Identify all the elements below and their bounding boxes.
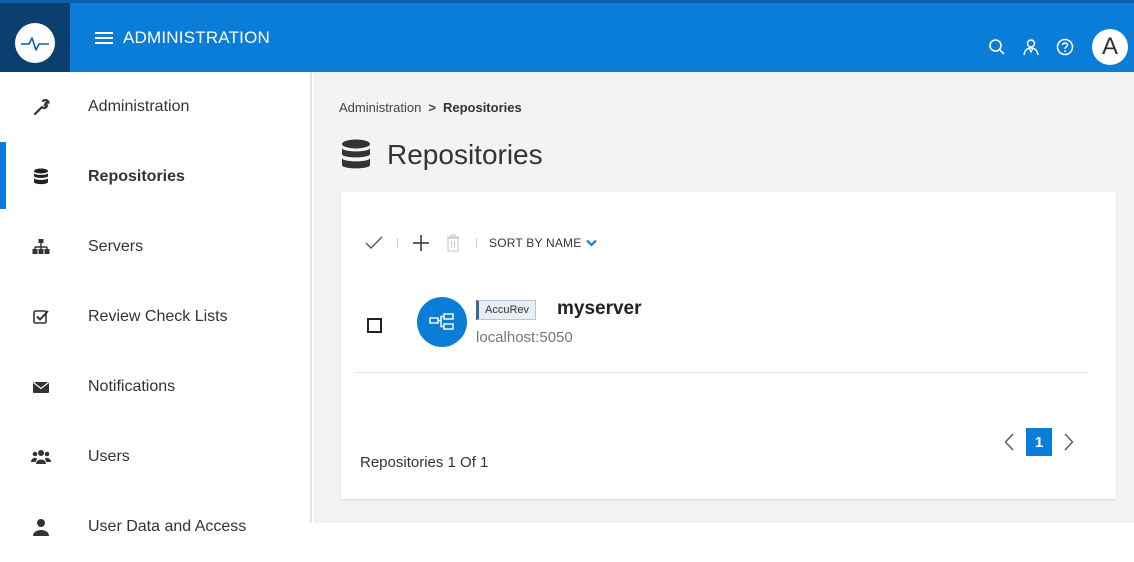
repository-host: localhost:5050: [476, 329, 573, 346]
page-number-button[interactable]: 1: [1026, 428, 1052, 456]
pagination: 1: [996, 428, 1082, 456]
toolbar-divider: [476, 238, 477, 248]
sidebar-item-user-data-and-access[interactable]: User Data and Access: [0, 492, 312, 562]
breadcrumb-separator: >: [428, 100, 436, 115]
breadcrumb: Administration > Repositories: [339, 100, 522, 115]
list-toolbar: SORT BY NAME: [363, 232, 598, 254]
top-bar: ADMINISTRATION A: [0, 0, 1134, 72]
sidebar-item-label: User Data and Access: [88, 518, 247, 535]
checkbox-icon: [30, 306, 52, 328]
chevron-down-icon: [586, 239, 598, 247]
sort-label: SORT BY NAME: [489, 236, 582, 250]
wrench-icon: [30, 96, 52, 118]
hamburger-icon: [95, 31, 113, 45]
page-title-text: Repositories: [387, 139, 543, 170]
repository-name[interactable]: myserver: [557, 298, 642, 320]
user-icon: [30, 516, 52, 538]
help-icon[interactable]: [1048, 30, 1082, 64]
heartbeat-logo-icon: [15, 23, 55, 63]
sort-by-dropdown[interactable]: SORT BY NAME: [489, 236, 598, 250]
sidebar-item-servers[interactable]: Servers: [0, 212, 312, 282]
repository-type-badge: AccuRev: [476, 300, 537, 320]
row-divider: [354, 372, 1088, 373]
sidebar-item-review-check-lists[interactable]: Review Check Lists: [0, 282, 312, 352]
breadcrumb-link-administration[interactable]: Administration: [339, 100, 421, 115]
sidebar-item-repositories[interactable]: Repositories: [0, 142, 312, 212]
avatar[interactable]: A: [1092, 29, 1128, 65]
menu-label: ADMINISTRATION: [123, 28, 270, 47]
breadcrumb-current: Repositories: [442, 100, 522, 115]
envelope-icon: [30, 376, 52, 398]
sidebar-item-notifications[interactable]: Notifications: [0, 352, 312, 422]
next-page-chevron-icon[interactable]: [1056, 428, 1082, 456]
page-title: Repositories: [339, 138, 543, 172]
repository-checkbox[interactable]: [367, 318, 382, 333]
database-icon: [342, 139, 370, 169]
sidebar-item-label: Repositories: [88, 168, 185, 185]
sidebar-item-label: Review Check Lists: [88, 308, 228, 325]
add-repository-plus-icon[interactable]: [410, 232, 432, 254]
sidebar-item-users[interactable]: Users: [0, 422, 312, 492]
app-logo[interactable]: [0, 3, 70, 72]
previous-page-chevron-icon[interactable]: [996, 428, 1022, 456]
sidebar-item-label: Notifications: [88, 378, 176, 395]
search-icon[interactable]: [980, 30, 1014, 64]
sidebar-item-label: Users: [88, 448, 130, 465]
sidebar-item-administration[interactable]: Administration: [0, 72, 312, 142]
sitemap-icon: [30, 236, 52, 258]
sidebar: Administration Repositories Servers Revi…: [0, 72, 312, 536]
main-content: Administration > Repositories Repositories…: [314, 72, 1134, 523]
user-profile-icon[interactable]: [1014, 30, 1048, 64]
users-icon: [30, 446, 52, 468]
results-count: Repositories 1 Of 1: [360, 454, 489, 471]
main-menu-button[interactable]: ADMINISTRATION: [95, 28, 270, 48]
sidebar-item-label: Servers: [88, 238, 144, 255]
repositories-card: SORT BY NAME AccuRev myserver localhost:…: [341, 192, 1116, 499]
list-item[interactable]: AccuRev myserver localhost:5050: [341, 287, 1116, 377]
database-icon: [30, 166, 52, 188]
repository-type-icon: [417, 297, 467, 347]
toolbar-divider: [397, 238, 398, 248]
delete-trash-icon[interactable]: [442, 232, 464, 254]
select-all-check-icon[interactable]: [363, 232, 385, 254]
sidebar-item-label: Administration: [88, 98, 190, 115]
